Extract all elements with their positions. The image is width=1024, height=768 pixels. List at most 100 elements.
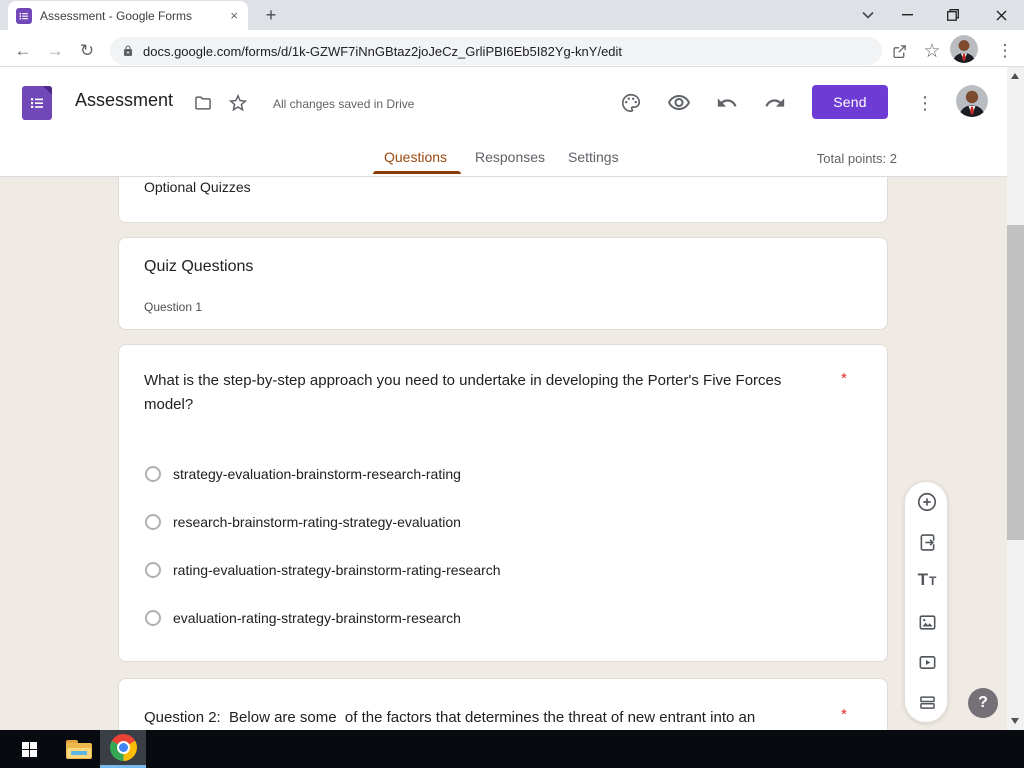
option-row[interactable]: evaluation-rating-strategy-brainstorm-re… <box>145 606 461 630</box>
question-toolbar: T T <box>904 481 948 723</box>
account-avatar[interactable] <box>956 85 988 117</box>
add-section-button[interactable] <box>915 690 939 714</box>
send-button[interactable]: Send <box>812 85 888 119</box>
folder-icon <box>195 96 211 110</box>
question-card[interactable]: What is the step-by-step approach you ne… <box>118 344 888 662</box>
scrollbar-thumb[interactable] <box>1007 225 1024 540</box>
tab-settings[interactable]: Settings <box>568 149 619 165</box>
forms-menu-button[interactable]: ⋮ <box>913 91 937 115</box>
share-button[interactable] <box>884 36 914 66</box>
avatar-photo <box>950 35 978 63</box>
move-to-folder-button[interactable] <box>191 91 215 115</box>
close-icon <box>996 10 1006 20</box>
redo-button[interactable] <box>763 91 787 115</box>
section-title[interactable]: Optional Quizzes <box>144 179 251 195</box>
address-bar[interactable]: docs.google.com/forms/d/1k-GZWF7iNnGBtaz… <box>110 37 882 65</box>
minimize-icon <box>901 14 913 16</box>
tab-questions[interactable]: Questions <box>384 149 447 165</box>
chevron-down-icon <box>862 11 874 19</box>
scroll-down-icon[interactable] <box>1011 718 1019 724</box>
chrome-taskbar-button[interactable] <box>100 730 146 768</box>
option-label: evaluation-rating-strategy-brainstorm-re… <box>173 610 461 626</box>
import-icon <box>920 533 934 551</box>
back-button[interactable]: ← <box>9 38 37 66</box>
tab-close-icon[interactable]: × <box>228 8 240 23</box>
forms-list-glyph <box>19 12 28 19</box>
option-row[interactable]: strategy-evaluation-brainstorm-research-… <box>145 462 461 486</box>
tab-responses[interactable]: Responses <box>475 149 545 165</box>
radio-icon <box>145 562 161 578</box>
chrome-icon <box>109 734 137 761</box>
import-questions-button[interactable] <box>915 530 939 554</box>
scroll-up-icon[interactable] <box>1011 73 1019 79</box>
help-button[interactable]: ? <box>968 688 998 718</box>
palette-icon <box>621 93 641 113</box>
option-row[interactable]: research-brainstorm-rating-strategy-eval… <box>145 510 461 534</box>
page-scrollbar[interactable] <box>1007 67 1024 730</box>
section-card-partial[interactable]: Optional Quizzes <box>118 177 888 223</box>
redo-icon <box>765 98 785 107</box>
avatar-photo <box>956 85 988 117</box>
section-icon <box>919 695 935 709</box>
section-title[interactable]: Quiz Questions <box>144 258 253 276</box>
form-editor-canvas: Optional Quizzes Quiz Questions Question… <box>0 177 1024 730</box>
add-question-button[interactable] <box>915 490 939 514</box>
forms-list-glyph <box>31 98 43 108</box>
form-nav-tabs: Questions Responses Settings Total point… <box>0 140 1024 177</box>
forms-header: Assessment All changes saved in Drive Se… <box>0 67 1024 140</box>
browser-titlebar: Assessment - Google Forms × + <box>0 0 1024 30</box>
video-icon <box>919 655 935 669</box>
star-icon <box>228 93 248 112</box>
forward-button[interactable]: → <box>41 38 69 66</box>
share-icon <box>892 44 906 58</box>
undo-button[interactable] <box>715 91 739 115</box>
restore-icon <box>947 9 959 21</box>
star-form-button[interactable] <box>226 91 250 115</box>
radio-icon <box>145 610 161 626</box>
undo-icon <box>717 98 737 107</box>
file-explorer-button[interactable] <box>56 730 102 768</box>
url-text: docs.google.com/forms/d/1k-GZWF7iNnGBtaz… <box>143 43 623 59</box>
screen: Assessment - Google Forms × + ← → ↻ docs… <box>0 0 1024 768</box>
minimize-button[interactable] <box>884 0 930 30</box>
new-tab-button[interactable]: + <box>258 3 284 29</box>
tt-small: T <box>929 574 937 588</box>
bookmark-star-button[interactable]: ☆ <box>917 36 947 66</box>
logo-fold <box>43 86 52 95</box>
tab-title: Assessment - Google Forms <box>40 8 193 23</box>
form-title[interactable]: Assessment <box>75 90 173 111</box>
total-points-label: Total points: 2 <box>816 151 897 166</box>
add-circle-icon <box>917 492 937 512</box>
add-title-button[interactable]: T T <box>915 570 939 594</box>
reload-button[interactable]: ↻ <box>73 38 101 66</box>
close-button[interactable] <box>978 0 1024 30</box>
tt-large: T <box>917 570 929 589</box>
add-image-button[interactable] <box>915 610 939 634</box>
lock-icon[interactable] <box>122 44 134 58</box>
option-label: research-brainstorm-rating-strategy-eval… <box>173 514 461 530</box>
google-forms-favicon-icon <box>16 7 32 24</box>
eye-icon <box>668 95 690 110</box>
section-card[interactable]: Quiz Questions Question 1 <box>118 237 888 330</box>
preview-button[interactable] <box>667 91 691 115</box>
windows-logo-icon <box>21 741 37 757</box>
customize-theme-button[interactable] <box>619 91 643 115</box>
question-card-partial[interactable]: Question 2: Below are some of the factor… <box>118 678 888 730</box>
save-status: All changes saved in Drive <box>273 97 415 111</box>
radio-icon <box>145 514 161 530</box>
option-label: strategy-evaluation-brainstorm-research-… <box>173 466 461 482</box>
question-text[interactable]: What is the step-by-step approach you ne… <box>144 369 804 417</box>
browser-menu-button[interactable]: ⋮ <box>990 36 1020 66</box>
browser-profile-avatar[interactable] <box>950 35 978 63</box>
active-tab-underline <box>373 171 461 174</box>
browser-tab[interactable]: Assessment - Google Forms × <box>8 1 248 30</box>
section-description[interactable]: Question 1 <box>144 300 202 314</box>
restore-button[interactable] <box>930 0 976 30</box>
image-icon <box>919 614 935 630</box>
required-asterisk: * <box>841 370 847 387</box>
add-video-button[interactable] <box>915 650 939 674</box>
option-row[interactable]: rating-evaluation-strategy-brainstorm-ra… <box>145 558 501 582</box>
question-text[interactable]: Question 2: Below are some of the factor… <box>144 706 834 730</box>
start-button[interactable] <box>6 730 52 768</box>
folder-icon <box>66 739 92 759</box>
